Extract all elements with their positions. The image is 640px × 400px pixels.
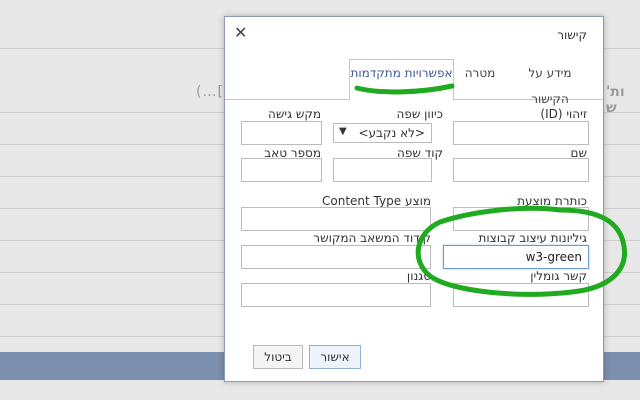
background-text-fragment: ות' ש <box>606 84 625 116</box>
content-type-input[interactable] <box>241 207 431 231</box>
chevron-down-icon: ▼ <box>339 126 347 137</box>
tab-bar: מידע על הקישור מטרה אפשרויות מתקדמות <box>225 57 603 106</box>
lang-dir-label: כיוון שפה <box>396 107 444 121</box>
content-type-label: Content Type מוצע <box>322 194 431 208</box>
cancel-button[interactable]: ביטול <box>253 345 303 369</box>
access-key-input[interactable] <box>241 121 322 145</box>
style-label: סגנון <box>406 269 431 283</box>
ok-button[interactable]: אישור <box>309 345 361 369</box>
id-input[interactable] <box>453 121 589 145</box>
stylesheet-classes-input[interactable]: w3-green <box>443 245 589 269</box>
relationship-input[interactable] <box>453 283 589 307</box>
lang-dir-value: <לא נקבע> <box>358 126 425 140</box>
tab-target[interactable]: מטרה <box>454 59 506 99</box>
stylesheet-classes-label: גיליונות עיצוב קבוצות <box>478 231 587 245</box>
tab-link-info[interactable]: מידע על הקישור <box>507 59 593 106</box>
linked-resource-charset-input[interactable] <box>241 245 431 269</box>
advisory-title-input[interactable] <box>453 207 589 231</box>
access-key-label: מקש גישה <box>268 107 321 121</box>
advisory-title-label: כותרת מוצעת <box>517 194 587 208</box>
lang-dir-select[interactable]: <לא נקבע> ▼ <box>333 123 432 143</box>
tab-advanced[interactable]: אפשרויות מתקדמות <box>349 59 454 101</box>
background-text-fragment: (…[ <box>196 84 224 100</box>
dialog-title: קישור <box>557 28 587 42</box>
relationship-label: קשר גומלין <box>530 269 587 283</box>
linked-resource-charset-label: קידוד המשאב המקושר <box>313 231 431 245</box>
tab-index-input[interactable] <box>241 158 322 182</box>
lang-code-input[interactable] <box>333 158 432 182</box>
style-input[interactable] <box>241 283 431 307</box>
id-label: זיהוי (ID) <box>540 107 587 121</box>
link-dialog: קישור ✕ מידע על הקישור מטרה אפשרויות מתק… <box>224 16 604 382</box>
name-input[interactable] <box>453 158 589 182</box>
stylesheet-classes-value: w3-green <box>525 250 582 264</box>
close-icon[interactable]: ✕ <box>234 25 247 41</box>
